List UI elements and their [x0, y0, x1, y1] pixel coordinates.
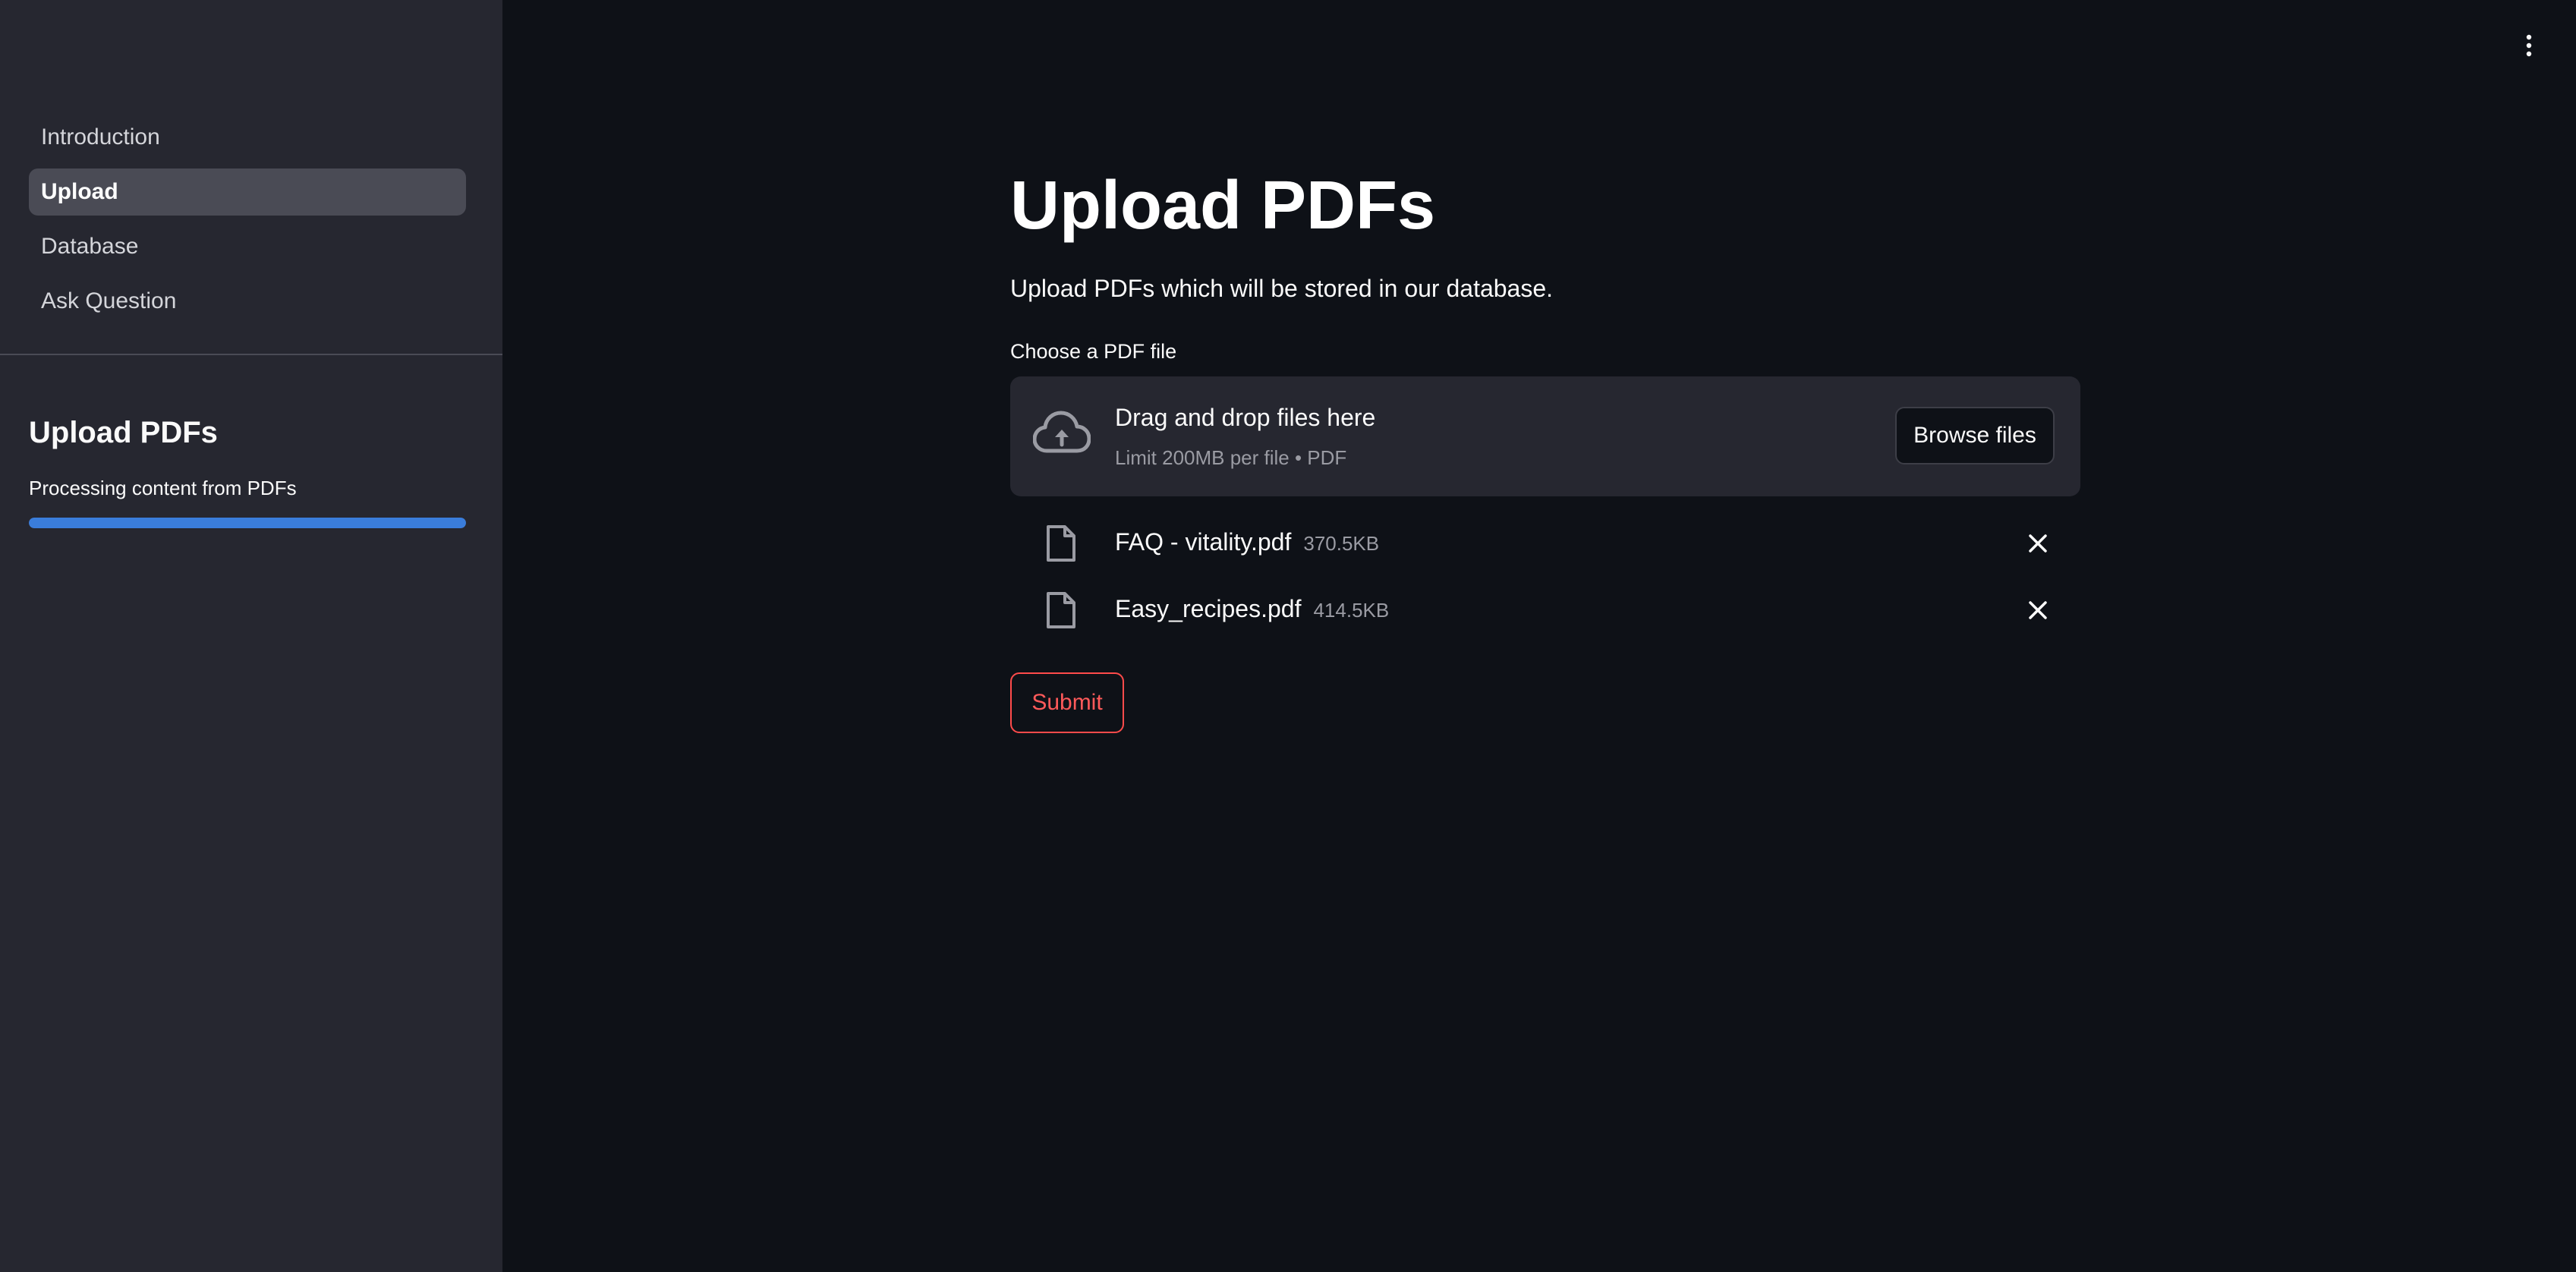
close-icon: [2029, 601, 2047, 619]
close-icon: [2029, 534, 2047, 553]
cloud-upload-icon: [1033, 411, 1091, 453]
uploader-label: Choose a PDF file: [1010, 340, 1177, 363]
remove-file-button[interactable]: [2023, 528, 2053, 559]
file-icon: [1047, 592, 1075, 628]
sidebar-divider: [0, 354, 502, 355]
file-size: 370.5KB: [1303, 532, 1380, 555]
file-name-text: Easy_recipes.pdf: [1115, 595, 1302, 622]
sidebar-section-title: Upload PDFs: [29, 416, 218, 449]
page-description: Upload PDFs which will be stored in our …: [1010, 275, 1554, 302]
progress-label: Processing content from PDFs: [29, 477, 297, 499]
file-size: 414.5KB: [1313, 599, 1390, 622]
sidebar-item-introduction[interactable]: Introduction: [29, 114, 466, 161]
sidebar-item-upload[interactable]: Upload: [29, 168, 466, 216]
sidebar-item-database[interactable]: Database: [29, 223, 466, 270]
dropzone-limit: Limit 200MB per file • PDF: [1115, 446, 1347, 469]
main-menu-button[interactable]: [2512, 29, 2546, 62]
file-item: Easy_recipes.pdf 414.5KB: [1010, 575, 2080, 642]
vertical-ellipsis-icon: [2526, 34, 2532, 57]
file-item: FAQ - vitality.pdf 370.5KB: [1010, 508, 2080, 575]
sidebar: Introduction Upload Database Ask Questio…: [0, 0, 502, 1272]
progress-bar-fill: [29, 518, 466, 528]
page-title: Upload PDFs: [1010, 168, 1436, 244]
browse-files-button[interactable]: Browse files: [1895, 407, 2055, 464]
progress-bar: [29, 518, 466, 528]
file-name: FAQ - vitality.pdf 370.5KB: [1115, 528, 1379, 556]
dropzone-title: Drag and drop files here: [1115, 404, 1376, 431]
sidebar-nav: Introduction Upload Database Ask Questio…: [29, 114, 466, 332]
file-dropzone[interactable]: Drag and drop files here Limit 200MB per…: [1010, 376, 2080, 496]
sidebar-item-ask-question[interactable]: Ask Question: [29, 278, 466, 325]
submit-button[interactable]: Submit: [1010, 672, 1124, 733]
file-icon: [1047, 525, 1075, 562]
remove-file-button[interactable]: [2023, 595, 2053, 625]
app-root: Introduction Upload Database Ask Questio…: [0, 0, 2576, 1272]
file-name: Easy_recipes.pdf 414.5KB: [1115, 595, 1389, 623]
file-name-text: FAQ - vitality.pdf: [1115, 528, 1292, 556]
uploaded-file-list: FAQ - vitality.pdf 370.5KB Easy_recipes.p…: [1010, 508, 2080, 642]
